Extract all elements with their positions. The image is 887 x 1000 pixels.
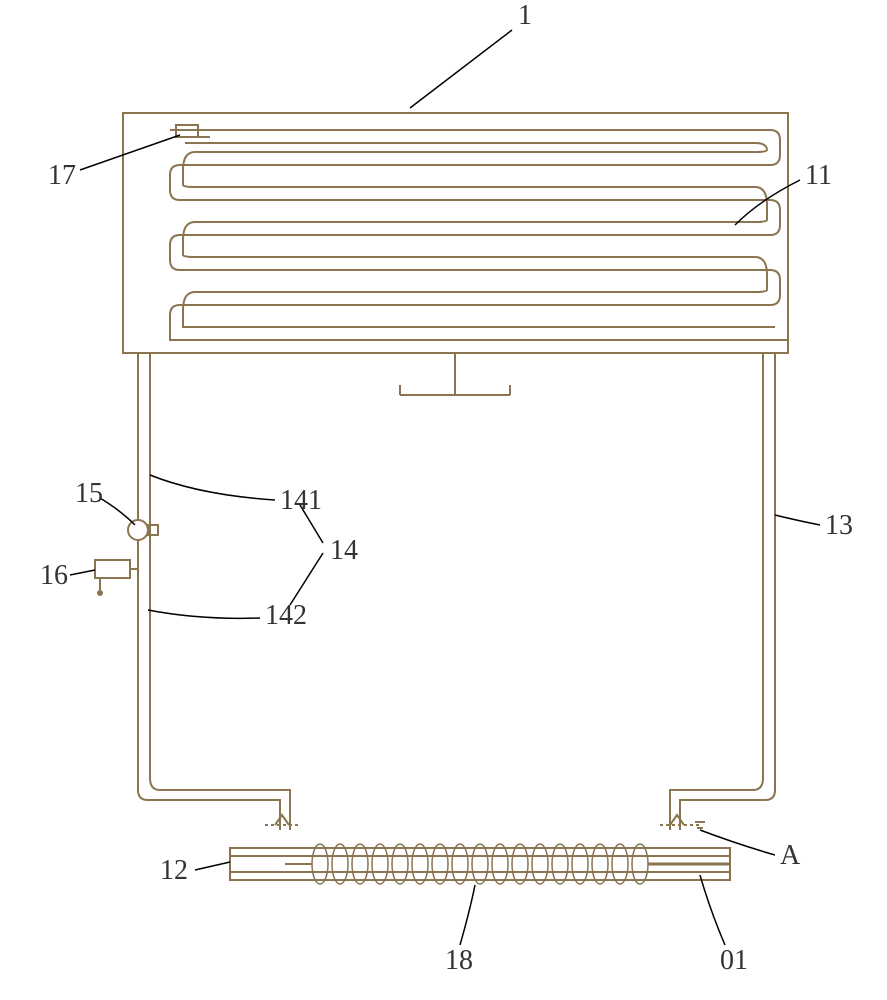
label-detail-marker: A — [780, 840, 800, 872]
label-main-assembly: 1 — [518, 0, 532, 32]
label-right-pipe: 13 — [825, 510, 853, 542]
label-input-port: 16 — [40, 560, 68, 592]
label-serpentine: 11 — [805, 160, 832, 192]
label-sensor: 17 — [48, 160, 76, 192]
label-bottom-tube: 12 — [160, 855, 188, 887]
label-coil: 18 — [445, 945, 473, 977]
label-left-pipe-upper: 141 — [280, 485, 322, 517]
label-outlet: 01 — [720, 945, 748, 977]
label-left-pipe-lower: 142 — [265, 600, 307, 632]
label-left-pipe-group: 14 — [330, 535, 358, 567]
label-valve: 15 — [75, 478, 103, 510]
